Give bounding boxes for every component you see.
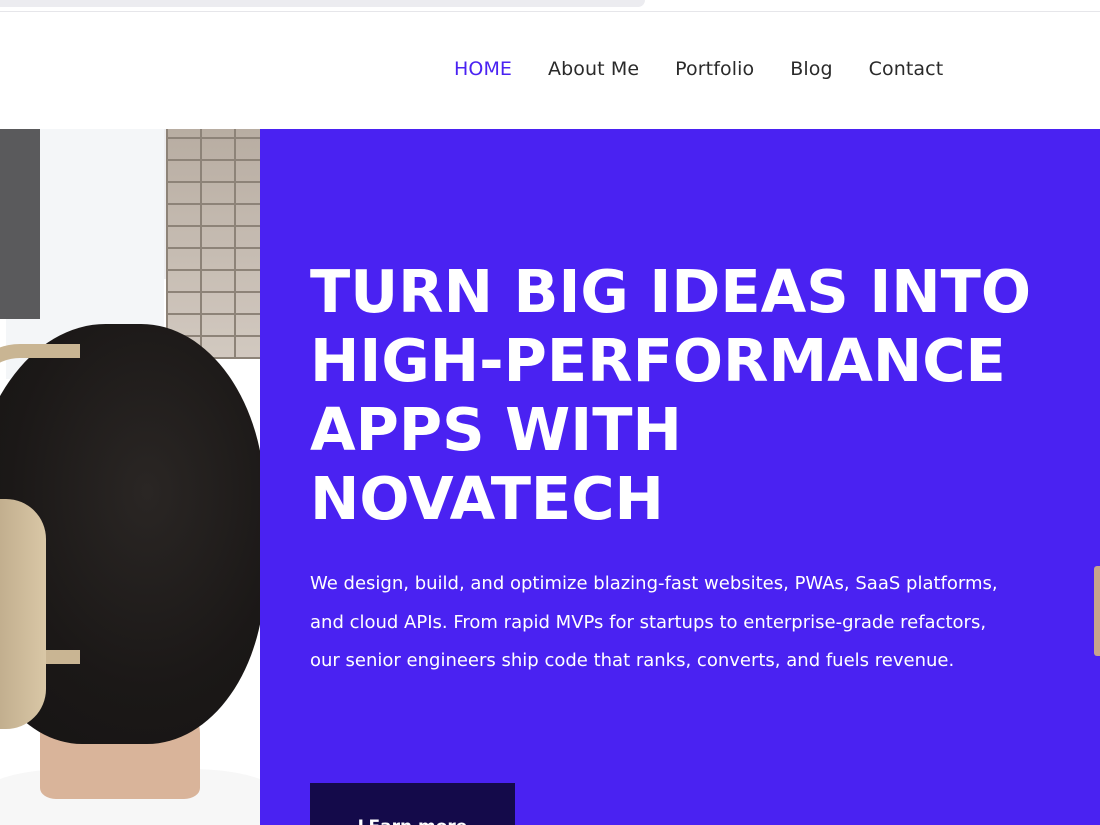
nav-item-blog[interactable]: Blog — [790, 58, 832, 80]
hero-section: TURN BIG IDEAS INTO HIGH-PERFORMANCE APP… — [260, 129, 1100, 825]
photo-brick-wall — [166, 129, 260, 359]
page: HOME About Me Portfolio Blog Contact TUR… — [0, 0, 1100, 825]
hero-description: We design, build, and optimize blazing-f… — [310, 573, 998, 671]
hero-title-line: TURN BIG IDEAS INTO — [310, 257, 1032, 326]
nav-item-portfolio[interactable]: Portfolio — [675, 58, 754, 80]
hero-photo — [0, 129, 260, 825]
learn-more-button[interactable]: LEarn more — [310, 783, 515, 825]
nav-item-about-me[interactable]: About Me — [548, 58, 639, 80]
main-nav: HOME About Me Portfolio Blog Contact — [454, 58, 943, 80]
photo-pillar — [0, 129, 40, 319]
nav-item-home[interactable]: HOME — [454, 58, 512, 80]
nav-item-contact[interactable]: Contact — [869, 58, 944, 80]
site-header: HOME About Me Portfolio Blog Contact — [0, 12, 1100, 129]
browser-top-strip — [0, 0, 1100, 12]
scrollbar-thumb[interactable] — [1094, 566, 1100, 656]
hero-title-line: HIGH-PERFORMANCE — [310, 326, 1006, 395]
hero-title: TURN BIG IDEAS INTO HIGH-PERFORMANCE APP… — [310, 257, 1070, 533]
hero-title-line: APPS WITH — [310, 395, 682, 464]
hero-title-line: NOVATECH — [310, 464, 664, 533]
address-bar-remnant — [0, 0, 645, 7]
headphone-cup — [0, 499, 46, 729]
